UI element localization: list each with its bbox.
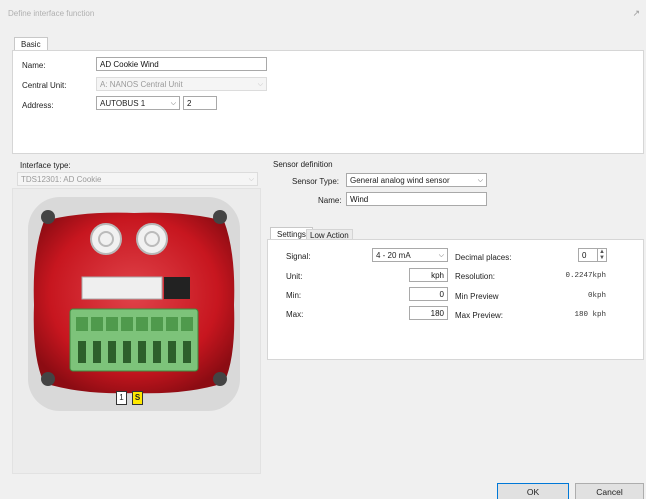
chevron-down-icon: ⌵ <box>170 100 176 107</box>
chevron-down-icon: ⌵ <box>438 252 444 259</box>
rotary-switch <box>136 223 168 255</box>
resolution-value: 0.2247kph <box>565 272 606 280</box>
sensor-type-value: General analog wind sensor <box>350 176 450 185</box>
signal-value: 4 - 20 mA <box>376 251 411 260</box>
terminal-block <box>69 308 199 372</box>
address-bus-select[interactable]: AUTOBUS 1 ⌵ <box>96 96 180 110</box>
resolution-label: Resolution: <box>455 272 496 281</box>
min-preview-label: Min Preview <box>455 292 499 301</box>
tab-basic[interactable]: Basic <box>14 37 48 51</box>
slot-number-badge: 1 <box>116 391 127 405</box>
name-input[interactable]: AD Cookie Wind <box>96 57 267 71</box>
unit-label: Unit: <box>286 272 303 281</box>
cancel-button[interactable]: Cancel <box>575 483 644 499</box>
pin-header <box>81 276 163 300</box>
screw-hole <box>213 210 227 224</box>
signal-label: Signal: <box>286 252 311 261</box>
max-label: Max: <box>286 310 304 319</box>
central-unit-label: Central Unit: <box>22 81 67 90</box>
decimal-places-label: Decimal places: <box>455 253 512 262</box>
address-number-input[interactable]: 2 <box>183 96 217 110</box>
resize-icon[interactable]: ↗ <box>632 8 640 19</box>
max-preview-label: Max Preview: <box>455 311 504 320</box>
sensor-definition-label: Sensor definition <box>273 160 333 169</box>
sensor-name-input[interactable]: Wind <box>346 192 487 206</box>
decimal-spinner[interactable]: ▲ ▼ <box>597 248 607 262</box>
min-input[interactable]: 0 <box>409 287 448 301</box>
spin-down-icon[interactable]: ▼ <box>599 255 605 261</box>
central-unit-value: A: NANOS Central Unit <box>100 80 183 89</box>
max-input[interactable]: 180 <box>409 306 448 320</box>
screw-hole <box>41 372 55 386</box>
signal-select[interactable]: 4 - 20 mA ⌵ <box>372 248 448 262</box>
ok-button[interactable]: OK <box>497 483 569 499</box>
slot-letter-badge: S <box>132 391 143 405</box>
chevron-down-icon: ⌵ <box>477 177 483 184</box>
chevron-down-icon: ⌵ <box>257 81 263 88</box>
sensor-type-label: Sensor Type: <box>292 177 339 186</box>
name-label: Name: <box>22 61 46 70</box>
address-label: Address: <box>22 101 54 110</box>
min-label: Min: <box>286 291 302 300</box>
jumper-block <box>164 277 190 299</box>
sensor-name-label: Name: <box>318 196 342 205</box>
screw-hole <box>41 210 55 224</box>
rotary-switch <box>90 223 122 255</box>
sensor-type-select[interactable]: General analog wind sensor ⌵ <box>346 173 487 187</box>
interface-type-label: Interface type: <box>20 161 71 170</box>
interface-type-select: TDS12301: AD Cookie ⌵ <box>17 172 258 186</box>
address-bus-value: AUTOBUS 1 <box>100 99 146 108</box>
central-unit-select: A: NANOS Central Unit ⌵ <box>96 77 267 91</box>
max-preview-value: 180 kph <box>574 311 606 319</box>
device-image <box>28 197 240 411</box>
window-title: Define interface function <box>8 9 95 18</box>
chevron-down-icon: ⌵ <box>248 176 254 183</box>
decimal-places-input[interactable]: 0 <box>578 248 598 262</box>
interface-type-value: TDS12301: AD Cookie <box>21 175 102 184</box>
unit-input[interactable]: kph <box>409 268 448 282</box>
screw-hole <box>213 372 227 386</box>
min-preview-value: 0kph <box>587 292 606 300</box>
